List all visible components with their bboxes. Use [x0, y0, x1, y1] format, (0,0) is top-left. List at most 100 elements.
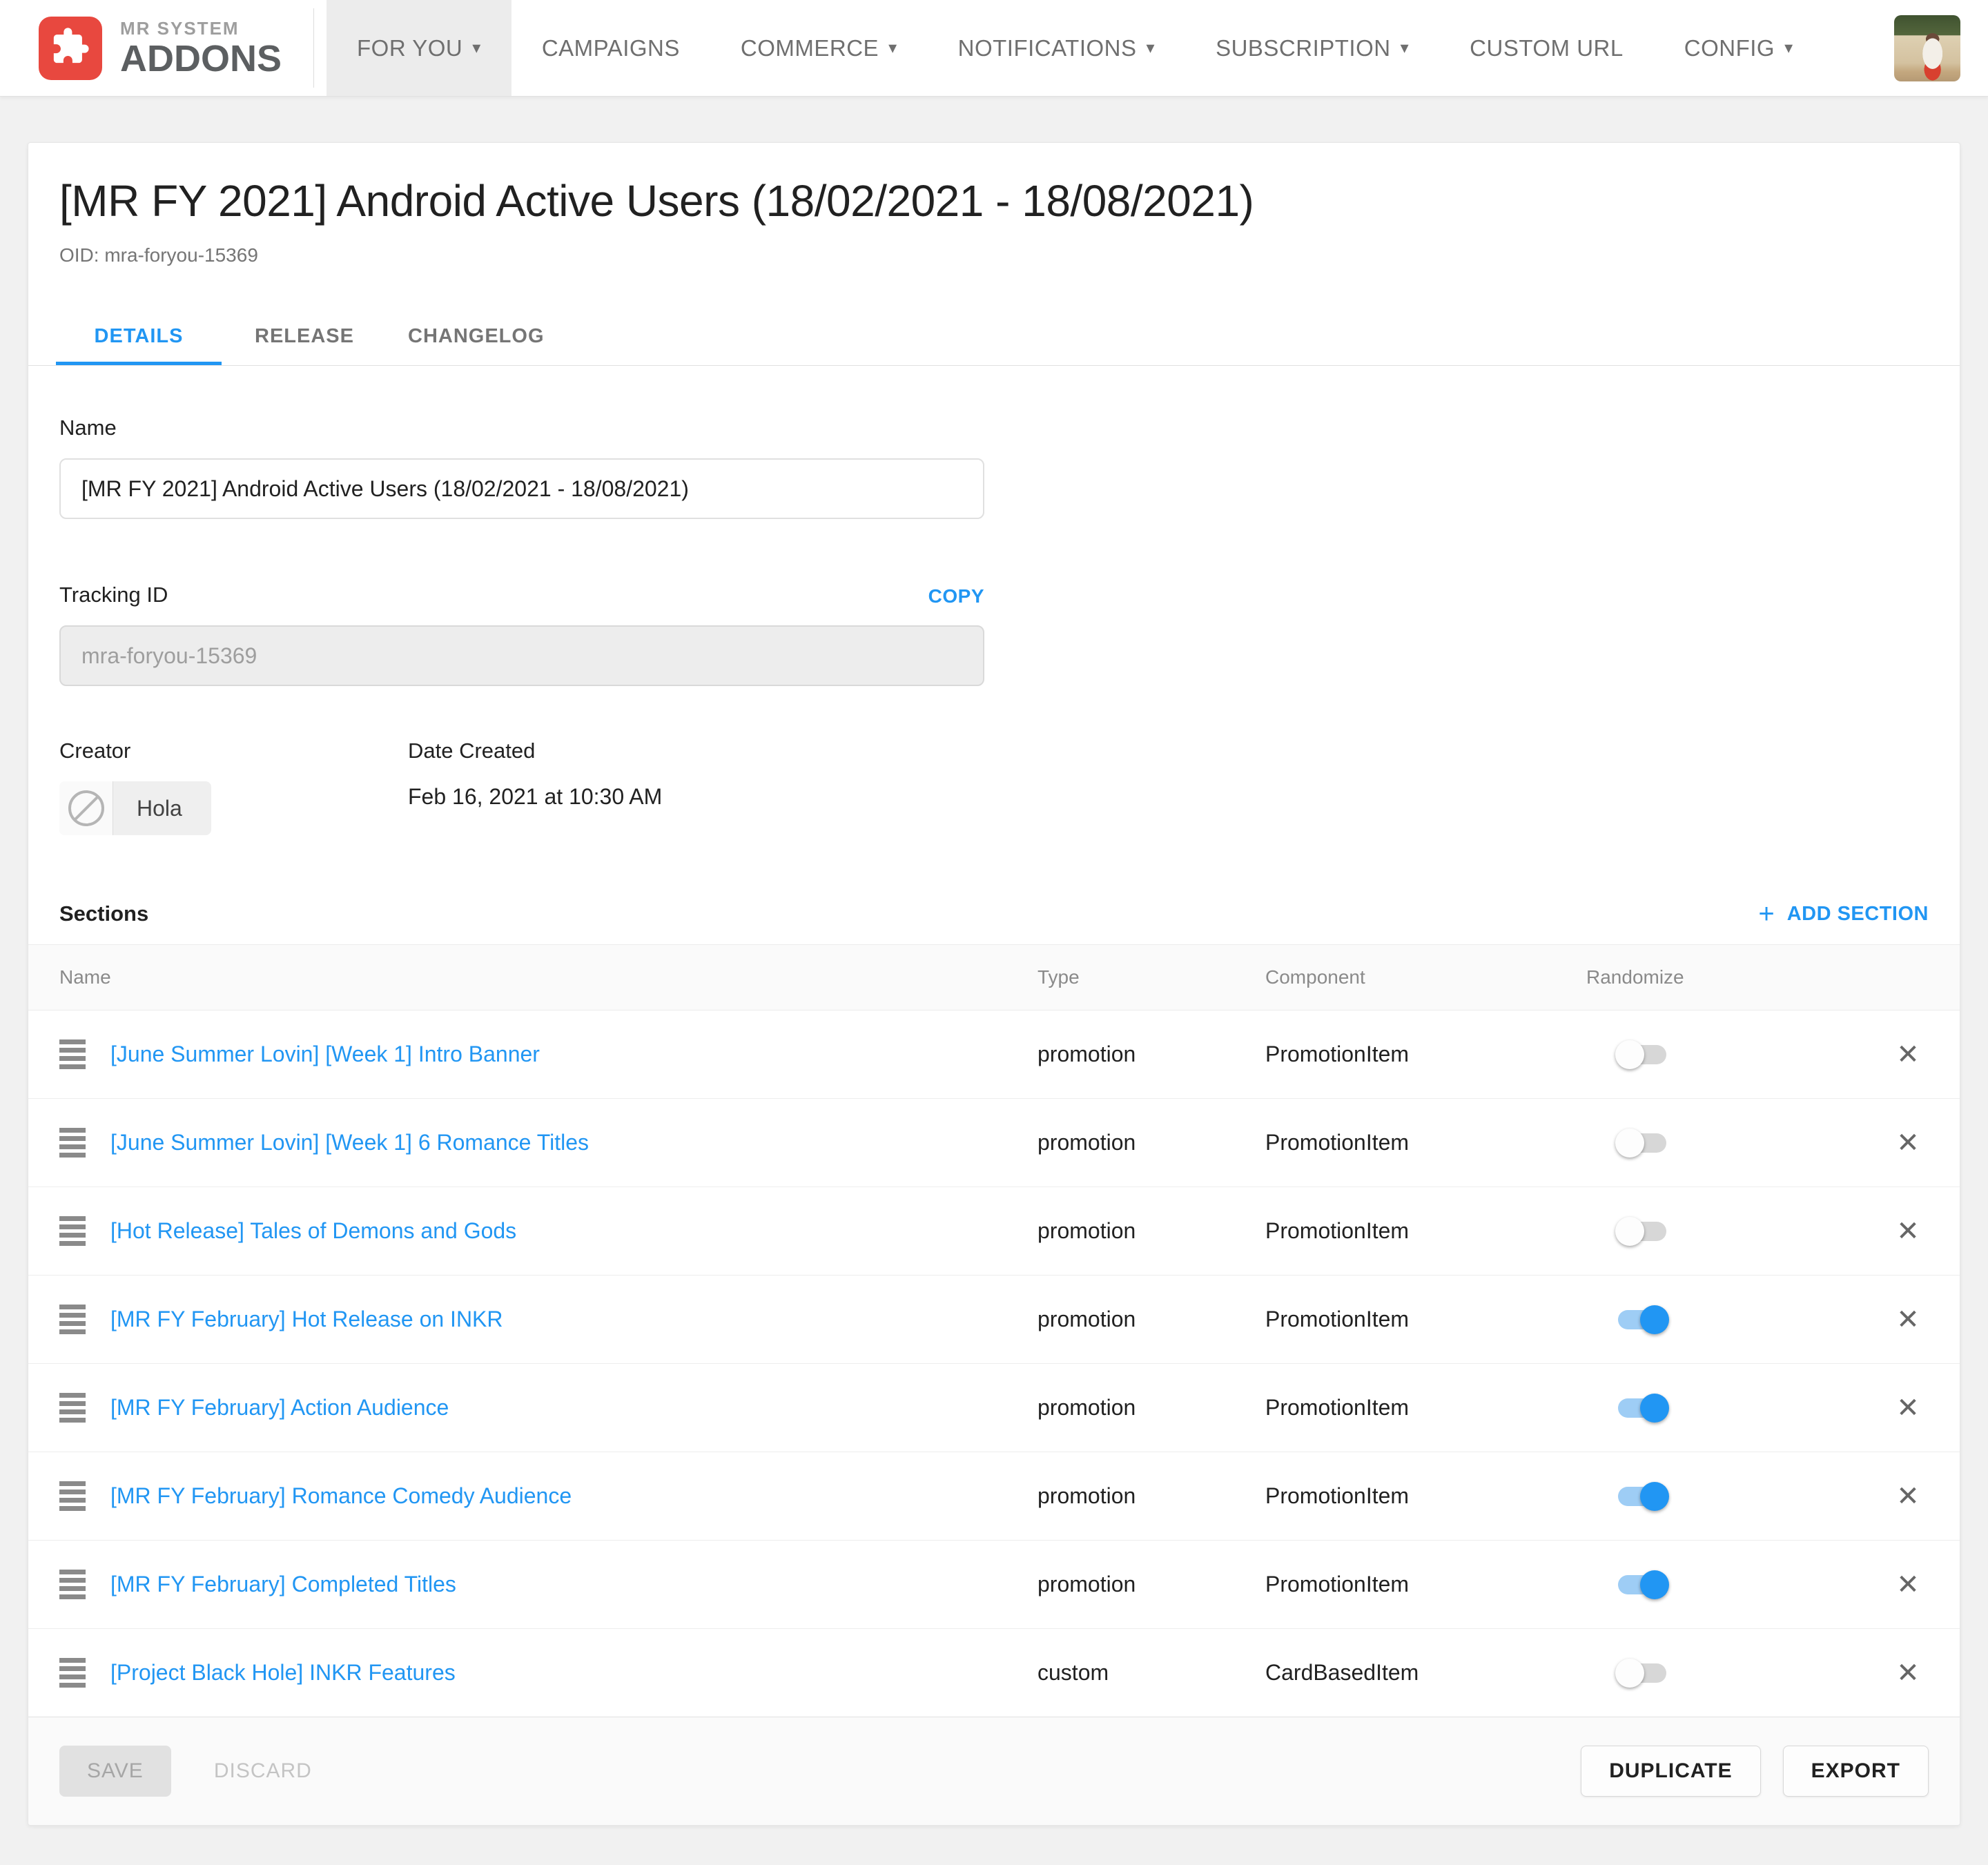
detail-card: [MR FY 2021] Android Active Users (18/02… — [28, 142, 1960, 1826]
creator-column: Creator Hola — [59, 739, 408, 835]
section-type: promotion — [1037, 1042, 1265, 1067]
date-created-label: Date Created — [408, 739, 662, 763]
section-name-link[interactable]: [MR FY February] Action Audience — [110, 1395, 1037, 1420]
section-type: promotion — [1037, 1395, 1265, 1420]
remove-section-icon[interactable]: ✕ — [1896, 1571, 1920, 1599]
add-section-label: ADD SECTION — [1787, 903, 1929, 926]
duplicate-button[interactable]: DUPLICATE — [1581, 1746, 1760, 1797]
user-avatar[interactable] — [1894, 15, 1960, 81]
sections-table: Name Type Component Randomize [June Summ… — [28, 944, 1960, 1717]
remove-section-icon[interactable]: ✕ — [1896, 1218, 1920, 1245]
nav-item-subscription[interactable]: SUBSCRIPTION ▾ — [1185, 0, 1439, 96]
save-button[interactable]: SAVE — [59, 1746, 171, 1797]
section-type: promotion — [1037, 1218, 1265, 1244]
remove-section-icon[interactable]: ✕ — [1896, 1306, 1920, 1334]
randomize-toggle[interactable] — [1618, 1398, 1666, 1418]
drag-handle-icon[interactable] — [59, 1481, 86, 1511]
brand-text: MR SYSTEM ADDONS — [120, 19, 282, 77]
remove-section-icon[interactable]: ✕ — [1896, 1041, 1920, 1068]
section-component: PromotionItem — [1265, 1572, 1586, 1597]
nav-item-campaigns[interactable]: CAMPAIGNS — [511, 0, 710, 96]
toggle-knob — [1640, 1482, 1669, 1511]
drag-handle-icon[interactable] — [59, 1039, 86, 1069]
remove-section-icon[interactable]: ✕ — [1896, 1659, 1920, 1687]
page-oid: OID: mra-foryou-15369 — [59, 244, 1929, 267]
drag-handle-icon[interactable] — [59, 1305, 86, 1334]
creator-label: Creator — [59, 739, 408, 763]
add-section-button[interactable]: + ADD SECTION — [1758, 903, 1929, 926]
section-name-link[interactable]: [Hot Release] Tales of Demons and Gods — [110, 1218, 1037, 1244]
nav-item-label: CUSTOM URL — [1470, 35, 1624, 61]
copy-button[interactable]: COPY — [928, 585, 984, 607]
randomize-toggle[interactable] — [1618, 1045, 1666, 1064]
section-type: promotion — [1037, 1572, 1265, 1597]
tab-release[interactable]: RELEASE — [222, 307, 387, 365]
chevron-down-icon: ▾ — [1147, 38, 1156, 58]
section-name-link[interactable]: [Project Black Hole] INKR Features — [110, 1660, 1037, 1686]
drag-handle-icon[interactable] — [59, 1216, 86, 1246]
name-input[interactable] — [59, 458, 984, 519]
randomize-toggle[interactable] — [1618, 1487, 1666, 1506]
brand-name-bottom: ADDONS — [120, 40, 282, 77]
section-name-link[interactable]: [MR FY February] Completed Titles — [110, 1572, 1037, 1597]
table-row: [Hot Release] Tales of Demons and Gods p… — [28, 1187, 1960, 1276]
brand[interactable]: MR SYSTEM ADDONS — [0, 0, 301, 96]
plus-icon: + — [1758, 903, 1774, 925]
remove-section-icon[interactable]: ✕ — [1896, 1129, 1920, 1157]
sections-title: Sections — [59, 901, 148, 926]
tracking-id-label: Tracking ID — [59, 583, 168, 607]
tab-label: RELEASE — [255, 325, 354, 347]
creator-name: Hola — [113, 796, 211, 821]
nav-item-label: COMMERCE — [741, 35, 879, 61]
section-component: PromotionItem — [1265, 1483, 1586, 1509]
export-button[interactable]: EXPORT — [1783, 1746, 1929, 1797]
sections-table-header: Name Type Component Randomize — [28, 944, 1960, 1010]
no-avatar-icon — [68, 790, 104, 826]
nav-item-label: CONFIG — [1684, 35, 1775, 61]
nav-item-label: CAMPAIGNS — [542, 35, 680, 61]
drag-handle-icon[interactable] — [59, 1128, 86, 1158]
toggle-knob — [1615, 1129, 1644, 1158]
randomize-toggle[interactable] — [1618, 1663, 1666, 1683]
randomize-toggle[interactable] — [1618, 1133, 1666, 1153]
table-row: [MR FY February] Action Audience promoti… — [28, 1364, 1960, 1452]
nav-item-custom-url[interactable]: CUSTOM URL — [1439, 0, 1654, 96]
section-component: PromotionItem — [1265, 1042, 1586, 1067]
discard-button[interactable]: DISCARD — [189, 1746, 337, 1797]
nav-divider — [313, 8, 314, 88]
remove-section-icon[interactable]: ✕ — [1896, 1394, 1920, 1422]
details-form: Name Tracking ID COPY Creator Hola Date … — [28, 366, 1960, 835]
section-type: promotion — [1037, 1483, 1265, 1509]
toggle-knob — [1615, 1040, 1644, 1069]
puzzle-piece-icon — [50, 26, 90, 70]
nav-item-config[interactable]: CONFIG ▾ — [1654, 0, 1824, 96]
toggle-knob — [1640, 1570, 1669, 1599]
creator-chip[interactable]: Hola — [59, 781, 211, 835]
drag-handle-icon[interactable] — [59, 1658, 86, 1688]
sections-header: Sections + ADD SECTION — [28, 901, 1960, 926]
section-type: promotion — [1037, 1307, 1265, 1332]
section-name-link[interactable]: [June Summer Lovin] [Week 1] 6 Romance T… — [110, 1130, 1037, 1155]
tab-details[interactable]: DETAILS — [56, 307, 222, 365]
nav-item-notifications[interactable]: NOTIFICATIONS ▾ — [928, 0, 1185, 96]
remove-section-icon[interactable]: ✕ — [1896, 1483, 1920, 1510]
toggle-knob — [1615, 1217, 1644, 1246]
section-name-link[interactable]: [June Summer Lovin] [Week 1] Intro Banne… — [110, 1042, 1037, 1067]
drag-handle-icon[interactable] — [59, 1570, 86, 1599]
nav-item-label: NOTIFICATIONS — [958, 35, 1137, 61]
table-row: [June Summer Lovin] [Week 1] Intro Banne… — [28, 1010, 1960, 1099]
randomize-toggle[interactable] — [1618, 1575, 1666, 1594]
nav-item-commerce[interactable]: COMMERCE ▾ — [710, 0, 928, 96]
top-navbar: MR SYSTEM ADDONS FOR YOU ▾ CAMPAIGNS COM… — [0, 0, 1988, 97]
section-name-link[interactable]: [MR FY February] Hot Release on INKR — [110, 1307, 1037, 1332]
drag-handle-icon[interactable] — [59, 1393, 86, 1423]
randomize-toggle[interactable] — [1618, 1222, 1666, 1241]
chevron-down-icon: ▾ — [1784, 38, 1793, 58]
nav-item-for-you[interactable]: FOR YOU ▾ — [327, 0, 511, 96]
date-created-value: Feb 16, 2021 at 10:30 AM — [408, 784, 662, 809]
randomize-toggle[interactable] — [1618, 1310, 1666, 1329]
tab-changelog[interactable]: CHANGELOG — [387, 307, 565, 365]
section-name-link[interactable]: [MR FY February] Romance Comedy Audience — [110, 1483, 1037, 1509]
tracking-id-input[interactable] — [59, 625, 984, 686]
chevron-down-icon: ▾ — [1401, 38, 1410, 58]
